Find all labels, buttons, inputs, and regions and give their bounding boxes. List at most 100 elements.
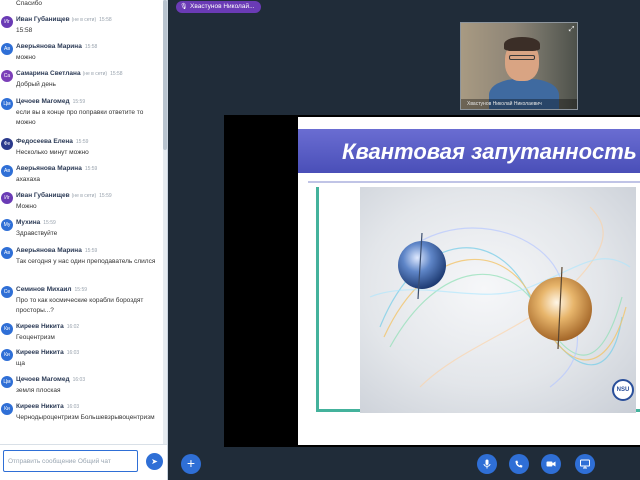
sender-name[interactable]: Иван Губанищев: [16, 192, 70, 199]
message-text: 15:58: [16, 27, 33, 34]
screen-share-button[interactable]: [575, 454, 595, 474]
message-header: Иван Губанищев (не в сети) 15:58: [16, 16, 112, 24]
avatar[interactable]: Ав: [1, 165, 13, 177]
message-time: 15:58: [99, 17, 112, 23]
sender-name[interactable]: Цечоев Магомед: [16, 376, 70, 383]
message-time: 15:59: [99, 193, 112, 199]
send-button[interactable]: ➤: [146, 453, 163, 470]
sender-name[interactable]: Цечоев Магомед: [16, 98, 70, 105]
message-text: можно: [16, 54, 36, 61]
quantum-entanglement-illustration: [360, 187, 636, 413]
message-header: Федосеева Елена 15:59: [16, 138, 88, 146]
phone-icon: [515, 460, 523, 468]
message-header: Мухина 15:59: [16, 219, 56, 227]
message-text: земля плоская: [16, 387, 61, 394]
add-button[interactable]: +: [181, 454, 201, 474]
message-text: Добрый день: [16, 81, 56, 88]
message-time: 16:03: [72, 377, 86, 383]
webcam-person-hair: [504, 37, 540, 51]
offline-status: (не в сети): [71, 193, 97, 199]
avatar[interactable]: Иг: [1, 16, 13, 28]
message-text: ахахаха: [16, 176, 40, 183]
blue-particle: [398, 241, 446, 289]
sender-name[interactable]: Федосеева Елена: [16, 138, 73, 145]
avatar[interactable]: Фе: [1, 138, 13, 150]
message-time: 15:59: [72, 99, 86, 105]
message-header: Киреев Никита 16:02: [16, 323, 79, 331]
camera-button[interactable]: [541, 454, 561, 474]
message-time: 15:59: [75, 139, 89, 145]
microphone-icon: [483, 459, 491, 469]
avatar[interactable]: Ки: [1, 349, 13, 361]
avatar[interactable]: Иг: [1, 192, 13, 204]
send-icon: ➤: [151, 457, 158, 466]
slide-viewport: Квантовая запутанность NSU: [224, 115, 640, 447]
entanglement-ribbons: [369, 206, 631, 388]
webcam-video[interactable]: Хвастунов Николай Николаевич ⤢: [460, 22, 578, 110]
message-time: 15:58: [110, 71, 123, 77]
sender-name[interactable]: Аверьянова Марина: [16, 165, 82, 172]
message-text: Здравствуйте: [16, 230, 58, 237]
slide-title: Квантовая запутанность: [342, 139, 637, 164]
sender-name[interactable]: Мухина: [16, 219, 40, 226]
presenter-name: Хвастунов Николай...: [190, 3, 255, 10]
message-header: Цечоев Магомед 15:59: [16, 98, 85, 106]
message-time: 15:59: [84, 248, 98, 254]
avatar[interactable]: Ав: [1, 43, 13, 55]
avatar[interactable]: Ки: [1, 403, 13, 415]
avatar[interactable]: Ки: [1, 323, 13, 335]
camera-icon: [546, 461, 556, 467]
message-header: Семинов Михаил 15:59: [16, 286, 87, 294]
message-header: Цечоев Магомед 16:03: [16, 376, 85, 384]
avatar[interactable]: Цм: [1, 98, 13, 110]
sender-name[interactable]: Аверьянова Марина: [16, 247, 82, 254]
chat-message-input[interactable]: [3, 450, 138, 472]
expand-icon[interactable]: ⤢: [567, 25, 576, 34]
university-logo: NSU: [612, 379, 634, 401]
offline-status: (не в сети): [71, 17, 97, 23]
sender-name[interactable]: Аверьянова Марина: [16, 43, 82, 50]
message-time: 16:03: [66, 350, 80, 356]
avatar[interactable]: Са: [1, 70, 13, 82]
avatar[interactable]: Му: [1, 219, 13, 231]
message-header: Киреев Никита 16:03: [16, 403, 79, 411]
microphone-button[interactable]: [477, 454, 497, 474]
chat-scrollbar[interactable]: [163, 0, 167, 444]
message-time: 15:59: [74, 287, 88, 293]
message-text: если вы в конце про поправки ответите то…: [16, 109, 144, 126]
screen-share-icon: [580, 459, 590, 469]
message-header: Иван Губанищев (не в сети) 15:59: [16, 192, 112, 200]
message-time: 16:03: [66, 404, 80, 410]
microphone-icon: 🎙: [180, 4, 188, 10]
webcam-caption: Хвастунов Николай Николаевич: [461, 99, 577, 109]
phone-button[interactable]: [509, 454, 529, 474]
message-text: Несколько минут можно: [16, 149, 89, 156]
presentation-slide: Квантовая запутанность NSU: [298, 117, 640, 445]
avatar[interactable]: Се: [1, 286, 13, 298]
sender-name[interactable]: Киреев Никита: [16, 323, 64, 330]
avatar[interactable]: Цм: [1, 376, 13, 388]
chat-input-bar: ➤: [0, 444, 167, 480]
message-header: Аверьянова Марина 15:59: [16, 247, 97, 255]
sender-name[interactable]: Иван Губанищев: [16, 16, 70, 23]
message-header: Киреев Никита 16:03: [16, 349, 79, 357]
sender-name[interactable]: Семинов Михаил: [16, 286, 72, 293]
presenter-badge[interactable]: 🎙 Хвастунов Николай...: [176, 1, 261, 13]
sender-name[interactable]: Киреев Никита: [16, 403, 64, 410]
chat-scrollbar-thumb[interactable]: [163, 0, 167, 150]
avatar[interactable]: Ав: [1, 247, 13, 259]
message-header: Самарина Светлана (не в сети) 15:58: [16, 70, 123, 78]
previous-message-text: Спасибо: [16, 0, 43, 7]
message-text: Чернодыроцентризм Большевзрывоцентризм: [16, 414, 155, 421]
presentation-stage: 🎙 Хвастунов Николай... Хвастунов Николай…: [168, 0, 640, 480]
message-text: Так сегодня у нас один преподаватель сли…: [16, 258, 156, 265]
sender-name[interactable]: Киреев Никита: [16, 349, 64, 356]
plus-icon: +: [186, 455, 196, 471]
chat-message-list[interactable]: Спасибо Иг Иван Губанищев (не в сети) 15:58…: [0, 0, 163, 444]
message-text: Геоцентризм: [16, 334, 55, 341]
offline-status: (не в сети): [82, 71, 108, 77]
message-text: Про то как космические корабли бороздят …: [16, 297, 144, 314]
slide-divider: [308, 181, 640, 183]
chat-panel: Спасибо Иг Иван Губанищев (не в сети) 15:58…: [0, 0, 168, 480]
sender-name[interactable]: Самарина Светлана: [16, 70, 81, 77]
